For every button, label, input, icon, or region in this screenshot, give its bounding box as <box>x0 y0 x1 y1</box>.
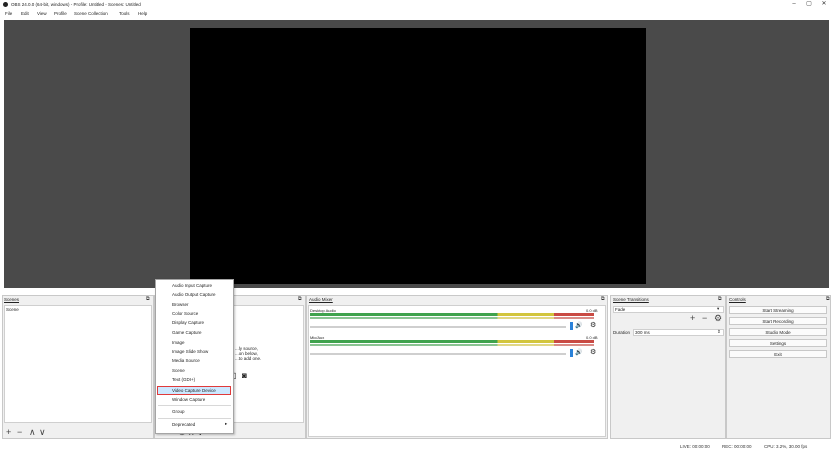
menu-scene[interactable]: Scene <box>172 368 185 373</box>
desktop-audio-meter-peak <box>310 317 594 319</box>
scene-transitions-title: Scene Transitions <box>613 297 649 302</box>
rec-timer: REC: 00:00:00 <box>722 444 752 449</box>
studio-mode-button[interactable]: Studio Mode <box>729 328 827 336</box>
preview-canvas[interactable] <box>190 28 646 284</box>
desktop-audio-speaker-icon[interactable]: 🔊 <box>575 322 582 329</box>
mic-aux-speaker-icon[interactable]: 🔊 <box>575 349 582 356</box>
scenes-float-icon[interactable]: ⧉ <box>146 296 150 302</box>
menu-media-source[interactable]: Media Source <box>172 358 200 363</box>
live-timer: LIVE: 00:00:00 <box>680 444 710 449</box>
audio-mixer-title: Audio Mixer <box>309 297 333 302</box>
desktop-audio-gear-icon[interactable]: ⚙ <box>590 321 596 329</box>
menu-tools[interactable]: Tools <box>119 11 130 16</box>
menu-audio-input-capture[interactable]: Audio Input Capture <box>172 283 212 288</box>
move-scene-up-button[interactable]: ∧ <box>29 428 36 437</box>
cpu-fps-status: CPU: 3.2%, 30.00 fps <box>764 444 808 449</box>
chevron-down-icon: ▾ <box>717 306 720 311</box>
minimize-button[interactable]: – <box>788 1 800 8</box>
obs-logo-icon <box>3 2 8 7</box>
menu-game-capture[interactable]: Game Capture <box>172 330 202 335</box>
start-streaming-button[interactable]: Start Streaming <box>729 306 827 314</box>
sources-hint-line-3: ...to add one. <box>235 356 262 362</box>
mic-aux-volume-handle[interactable] <box>570 349 573 357</box>
add-scene-button[interactable]: + <box>6 428 11 437</box>
sources-empty-hint: ...ly source, ...on below, ...to add one… <box>235 346 261 362</box>
transition-select[interactable] <box>613 306 724 313</box>
remove-scene-button[interactable]: − <box>17 428 22 437</box>
menu-deprecated[interactable]: Deprecated <box>172 422 195 427</box>
audio-mixer-panel <box>308 305 606 437</box>
menu-video-capture-device[interactable]: Video Capture Device <box>172 388 216 393</box>
mic-aux-gear-icon[interactable]: ⚙ <box>590 348 596 356</box>
mic-aux-meter <box>310 340 594 343</box>
desktop-audio-volume-handle[interactable] <box>570 322 573 330</box>
mic-aux-volume-slider[interactable] <box>310 353 566 355</box>
transitions-float-icon[interactable]: ⧉ <box>718 296 722 302</box>
menu-help[interactable]: Help <box>138 11 147 16</box>
scene-transitions-dock <box>610 295 726 439</box>
menu-audio-output-capture[interactable]: Audio Output Capture <box>172 292 216 297</box>
start-recording-button[interactable]: Start Recording <box>729 317 827 325</box>
mic-aux-meter-peak <box>310 344 594 346</box>
camera-icon: ◙ <box>242 371 247 380</box>
exit-button[interactable]: Exit <box>729 350 827 358</box>
transition-gear-icon[interactable]: ⚙ <box>714 314 722 323</box>
menu-file[interactable]: File <box>5 11 12 16</box>
desktop-audio-volume-slider[interactable] <box>310 326 566 328</box>
menu-image[interactable]: Image <box>172 340 185 345</box>
menu-display-capture[interactable]: Display Capture <box>172 320 204 325</box>
controls-title: Controls <box>729 297 746 302</box>
duration-label: Duration <box>613 330 631 335</box>
remove-transition-button[interactable]: − <box>702 314 707 323</box>
sources-float-icon[interactable]: ⧉ <box>298 296 302 302</box>
menu-image-slide-show[interactable]: Image Slide Show <box>172 349 208 354</box>
menu-text-gdi[interactable]: Text (GDI+) <box>172 377 195 382</box>
mixer-float-icon[interactable]: ⧉ <box>601 296 605 302</box>
menu-scene-collection[interactable]: Scene Collection <box>74 11 108 16</box>
menu-profile[interactable]: Profile <box>54 11 67 16</box>
desktop-audio-meter <box>310 313 594 316</box>
window-title: OBS 24.0.0 (64-bit, windows) - Profile: … <box>11 2 141 7</box>
menu-view[interactable]: View <box>37 11 47 16</box>
add-source-context-menu <box>155 279 234 434</box>
scene-list-item[interactable]: Scene <box>6 307 19 312</box>
context-menu-separator <box>158 418 231 419</box>
add-transition-button[interactable]: + <box>690 314 695 323</box>
submenu-arrow-icon: ▸ <box>225 421 228 426</box>
menu-group[interactable]: Group <box>172 409 185 414</box>
move-scene-down-button[interactable]: ∨ <box>39 428 46 437</box>
close-button[interactable]: ✕ <box>818 1 830 8</box>
menu-browser[interactable]: Browser <box>172 302 189 307</box>
menu-edit[interactable]: Edit <box>21 11 29 16</box>
duration-value: 300 ms <box>635 330 650 335</box>
settings-button[interactable]: Settings <box>729 339 827 347</box>
controls-float-icon[interactable]: ⧉ <box>826 296 830 302</box>
context-menu-separator <box>158 405 231 406</box>
menu-color-source[interactable]: Color Source <box>172 311 198 316</box>
scenes-list[interactable] <box>4 305 152 423</box>
maximize-button[interactable]: ▢ <box>803 1 815 8</box>
transition-selected: Fade <box>615 307 626 312</box>
duration-spin-icon[interactable]: ⇕ <box>717 329 721 335</box>
menu-window-capture[interactable]: Window Capture <box>172 397 205 402</box>
scenes-title: Scenes <box>4 297 20 302</box>
